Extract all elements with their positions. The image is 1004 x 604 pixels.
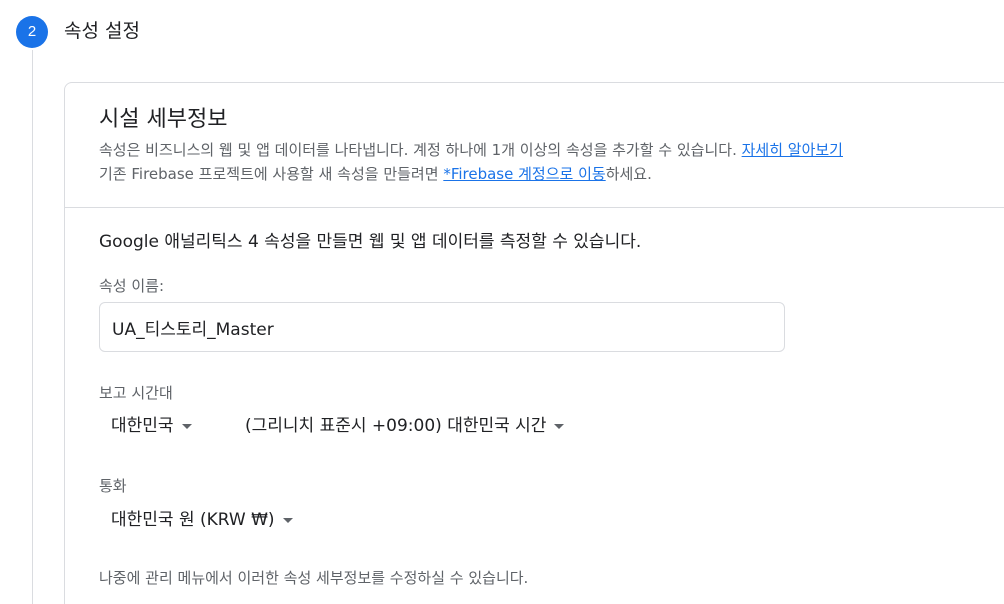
desc-line2-suffix: 하세요.	[605, 165, 652, 183]
currency-label: 통화	[99, 477, 127, 495]
caret-down-icon	[181, 423, 192, 429]
card-title: 시설 세부정보	[99, 107, 228, 132]
card-description: 속성은 비즈니스의 웹 및 앱 데이터를 나타냅니다. 계정 하나에 1개 이상…	[99, 138, 843, 186]
property-details-card: 시설 세부정보 속성은 비즈니스의 웹 및 앱 데이터를 나타냅니다. 계정 하…	[64, 82, 1004, 604]
timezone-dropdown[interactable]: (그리니치 표준시 +09:00) 대한민국 시간	[245, 413, 565, 439]
stepper-line	[32, 50, 33, 604]
learn-more-link[interactable]: 자세히 알아보기	[742, 141, 843, 159]
desc-line1-text: 속성은 비즈니스의 웹 및 앱 데이터를 나타냅니다. 계정 하나에 1개 이상…	[99, 141, 742, 159]
country-value: 대한민국	[111, 416, 174, 436]
card-header: 시설 세부정보 속성은 비즈니스의 웹 및 앱 데이터를 나타냅니다. 계정 하…	[65, 83, 1004, 208]
currency-dropdown[interactable]: 대한민국 원 (KRW ₩)	[111, 507, 293, 533]
step-title: 속성 설정	[64, 20, 140, 42]
footer-note: 나중에 관리 메뉴에서 이러한 속성 세부정보를 수정하실 수 있습니다.	[99, 569, 529, 587]
page: 2 속성 설정 시설 세부정보 속성은 비즈니스의 웹 및 앱 데이터를 나타냅…	[0, 0, 1004, 604]
property-name-input[interactable]	[99, 302, 785, 352]
timezone-value: (그리니치 표준시 +09:00) 대한민국 시간	[245, 416, 547, 436]
ga4-intro-text: Google 애널리틱스 4 속성을 만들면 웹 및 앱 데이터를 측정할 수 …	[99, 232, 642, 252]
caret-down-icon	[282, 517, 293, 523]
country-dropdown[interactable]: 대한민국	[111, 413, 192, 439]
step-number-badge: 2	[16, 16, 48, 48]
timezone-label: 보고 시간대	[99, 384, 173, 402]
desc-line2-prefix: 기존 Firebase 프로젝트에 사용할 새 속성을 만들려면	[99, 165, 444, 183]
property-name-label: 속성 이름:	[99, 277, 165, 295]
currency-value: 대한민국 원 (KRW ₩)	[111, 510, 275, 530]
caret-down-icon	[554, 423, 565, 429]
firebase-account-link[interactable]: *Firebase 계정으로 이동	[443, 165, 605, 183]
